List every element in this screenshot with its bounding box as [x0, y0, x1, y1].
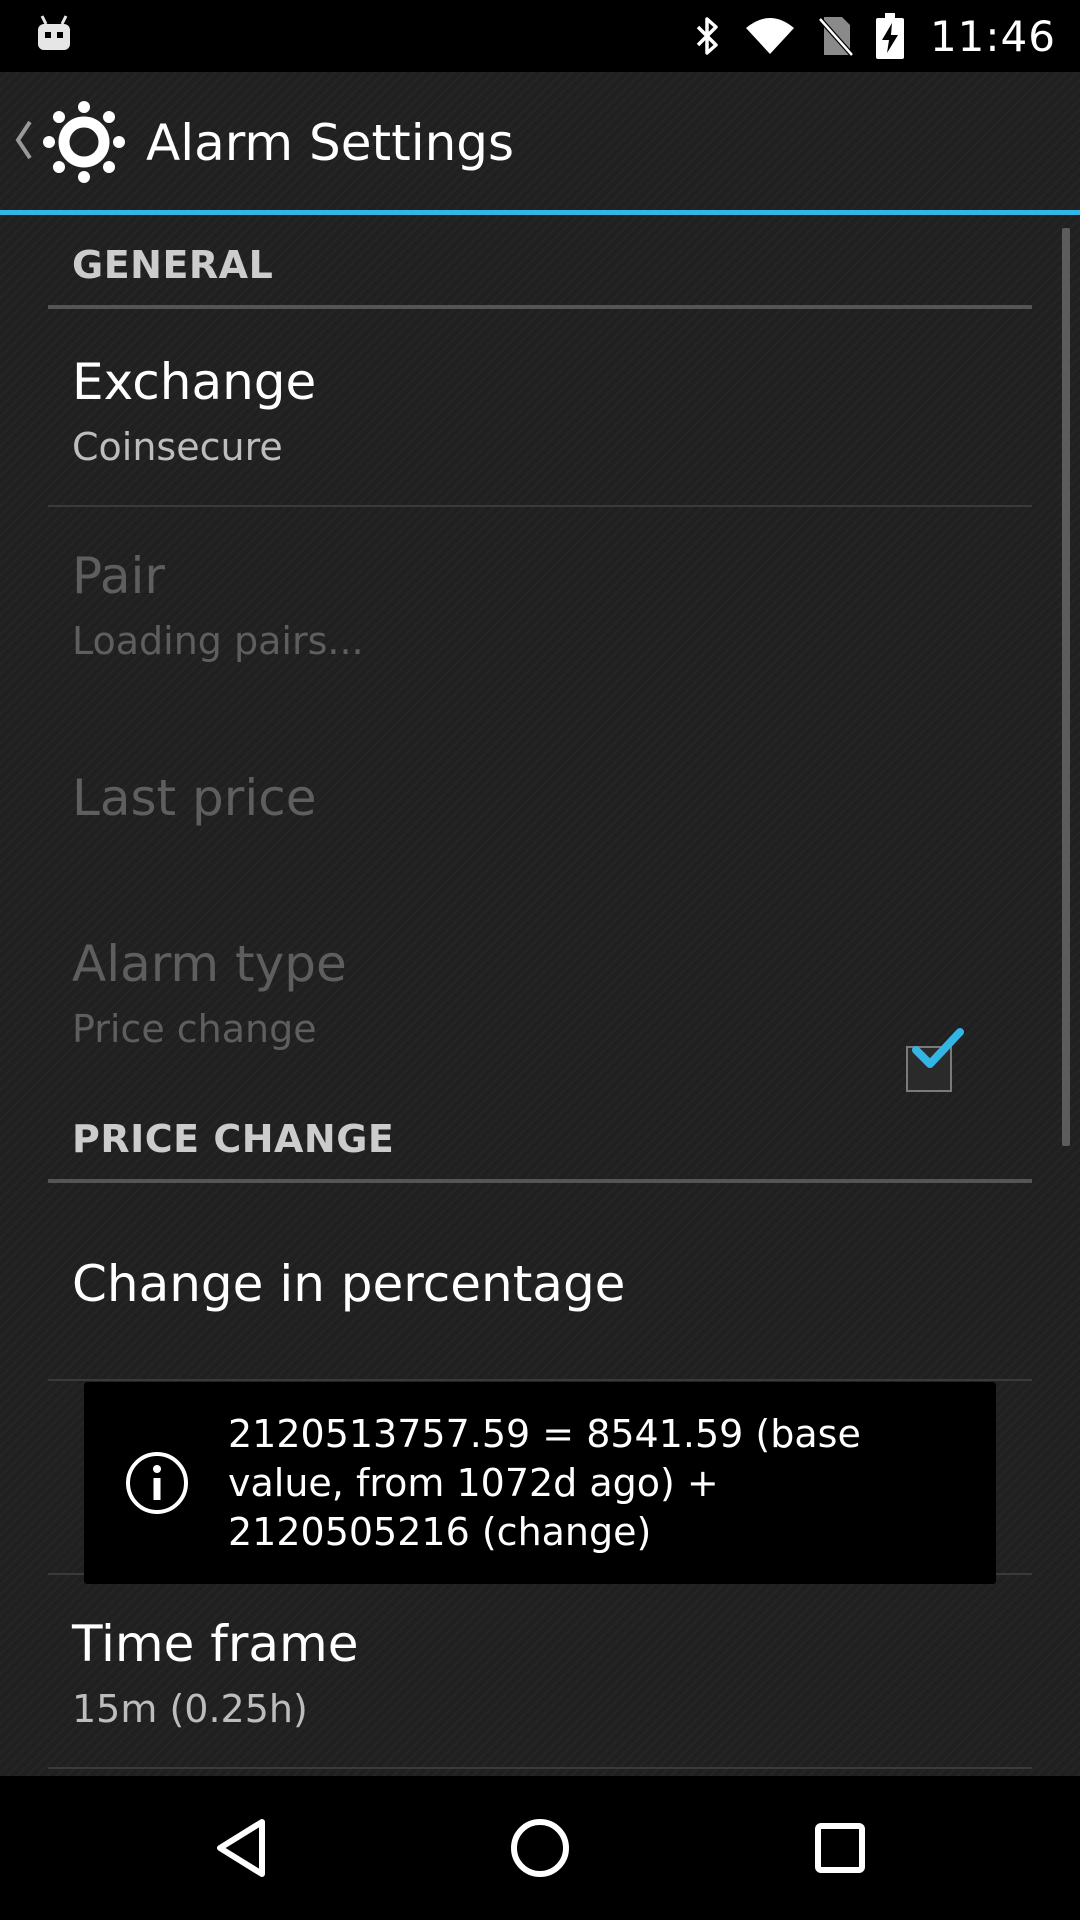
category-general-header: GENERAL	[72, 243, 274, 287]
scrollbar[interactable]	[1062, 228, 1070, 1146]
divider	[48, 1767, 1032, 1769]
divider	[48, 505, 1032, 507]
pref-alarm-type-summary: Price change	[72, 1007, 317, 1051]
pref-time-frame-summary: 15m (0.25h)	[72, 1687, 308, 1731]
wifi-icon	[745, 18, 794, 54]
alarm-settings-screen: 11:46 Alarm Settings GENERAL Exchange Co…	[0, 0, 1080, 1920]
category-divider	[48, 1179, 1032, 1183]
toast-message: 2120513757.59 = 8541.59 (base value, fro…	[84, 1382, 996, 1584]
back-nav-icon[interactable]	[206, 1812, 278, 1884]
pref-alarm-type-title: Alarm type	[72, 935, 347, 993]
checkmark-icon	[912, 1028, 964, 1068]
back-chevron-icon[interactable]	[12, 116, 36, 164]
recents-nav-icon[interactable]	[804, 1812, 876, 1884]
no-sim-icon	[818, 17, 854, 57]
pref-exchange-title: Exchange	[72, 353, 317, 411]
pref-time-frame-title: Time frame	[72, 1615, 359, 1673]
status-icons: 11:46	[694, 0, 1056, 72]
home-nav-icon[interactable]	[504, 1812, 576, 1884]
clock: 11:46	[929, 11, 1056, 61]
divider	[48, 1379, 1032, 1381]
pref-pair-summary: Loading pairs...	[72, 619, 364, 663]
pref-exchange-summary: Coinsecure	[72, 425, 283, 469]
android-notification-icon	[38, 15, 70, 50]
category-divider	[48, 305, 1032, 309]
pref-pair-title: Pair	[72, 547, 165, 605]
app-gear-icon[interactable]	[42, 100, 126, 184]
toast-text: 2120513757.59 = 8541.59 (base value, fro…	[228, 1412, 861, 1554]
pref-last-price-title: Last price	[72, 769, 317, 827]
page-title: Alarm Settings	[146, 114, 515, 172]
info-icon	[126, 1452, 188, 1514]
action-bar: Alarm Settings	[0, 72, 1080, 210]
bluetooth-icon	[696, 17, 718, 55]
battery-charging-icon	[875, 13, 904, 59]
category-price-change-header: PRICE CHANGE	[72, 1117, 395, 1161]
navigation-bar	[0, 1776, 1080, 1920]
pref-change-in-percentage-title: Change in percentage	[72, 1255, 626, 1313]
status-bar: 11:46	[0, 0, 1080, 72]
